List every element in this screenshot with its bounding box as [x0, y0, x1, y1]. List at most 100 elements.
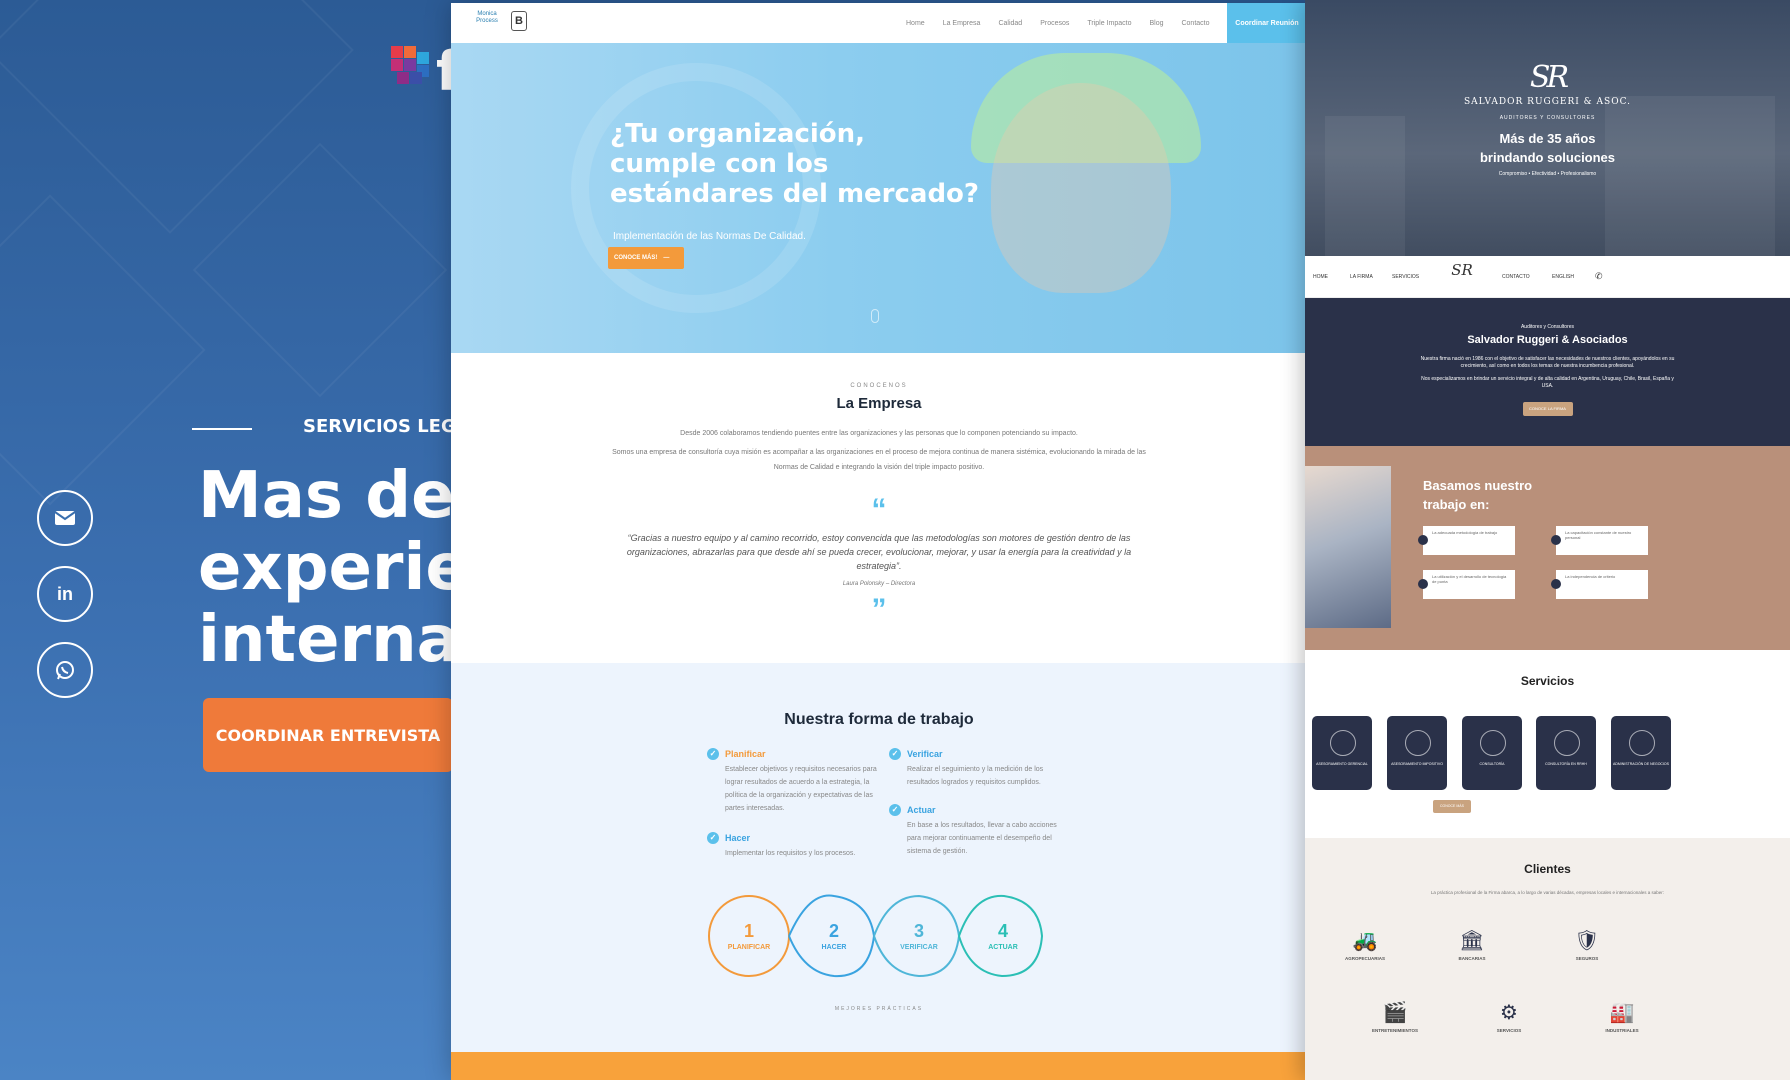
step-desc: En base a los resultados, llevar a cabo …: [907, 822, 1057, 855]
step-verificar: Verificar Realizar el seguimiento y la m…: [889, 748, 1059, 789]
nav-item-english[interactable]: ENGLISH: [1552, 274, 1574, 280]
service-tile[interactable]: ASESORAMIENTO GERENCIAL: [1312, 716, 1372, 790]
mockup-quality-consulting-site: Monica Process B Home La Empresa Calidad…: [451, 3, 1307, 1080]
step-title: Planificar: [707, 748, 877, 760]
testimonial-author: Laura Polonsky – Directora: [842, 581, 916, 587]
about-section: Auditores y Consultores Salvador Ruggeri…: [1305, 298, 1790, 446]
value-card: La capacitación constante de nuestro per…: [1551, 526, 1648, 555]
learn-more-button[interactable]: CONOCE MÁS! —: [608, 247, 684, 269]
hero-title: ¿Tu organización, cumple con los estánda…: [610, 119, 980, 209]
whatsapp-icon[interactable]: ✆: [1595, 271, 1603, 282]
email-icon: [54, 511, 76, 525]
gear-icon: ⚙: [1500, 1000, 1518, 1024]
bcorp-badge: B: [511, 11, 527, 31]
quote-close-icon: ”: [871, 593, 887, 626]
footer-band: [451, 1052, 1307, 1080]
nav-item-home[interactable]: Home: [906, 20, 925, 27]
nav-item-calidad[interactable]: Calidad: [998, 20, 1022, 27]
client-label: BANCARIAS: [1458, 956, 1486, 961]
section-eyebrow: Auditores y Consultores: [1520, 324, 1575, 330]
values-section: Basamos nuestro trabajo en: La adecuada …: [1305, 446, 1790, 650]
site-nav: Home La Empresa Calidad Procesos Triple …: [906, 3, 1210, 43]
nav-item-blog[interactable]: Blog: [1149, 20, 1163, 27]
value-card: La independencia de criterio: [1551, 570, 1648, 599]
quote-open-icon: “: [871, 493, 887, 526]
site-header: Monica Process B Home La Empresa Calidad…: [451, 3, 1307, 43]
building-image: [1325, 116, 1405, 256]
about-paragraph: Nuestra firma nació en 1986 con el objet…: [1420, 356, 1675, 369]
site-logo[interactable]: Monica Process: [473, 11, 501, 35]
entertainment-icon: 🎬: [1382, 1000, 1408, 1024]
client-label: SERVICIOS: [1496, 1028, 1522, 1033]
nav-item-servicios[interactable]: SERVICIOS: [1392, 274, 1419, 280]
service-tile[interactable]: CONSULTORÍA: [1462, 716, 1522, 790]
step-planificar: Planificar Establecer objetivos y requis…: [707, 748, 877, 815]
nav-item-la-firma[interactable]: LA FIRMA: [1350, 274, 1373, 280]
value-card: La adecuada metodología de trabajo: [1418, 526, 1515, 555]
firm-monogram: SR: [1529, 60, 1569, 95]
linkedin-icon: in: [57, 583, 73, 604]
about-section: CONOCENOS La Empresa Desde 2006 colabora…: [451, 353, 1307, 663]
clients-intro: La práctica profesional de la Firma abar…: [1430, 890, 1665, 895]
client-category: 🏭 INDUSTRIALES: [1587, 1000, 1657, 1033]
arrow-icon: —: [663, 255, 670, 261]
linkedin-button[interactable]: in: [37, 566, 93, 622]
shield-icon: 🛡: [1574, 928, 1600, 952]
bank-icon: 🏛: [1459, 928, 1485, 952]
cycle-caption: MEJORES PRÁCTICAS: [834, 1006, 924, 1012]
coordinate-interview-button[interactable]: COORDINAR ENTREVISTA: [203, 698, 453, 772]
step-title: Hacer: [707, 832, 877, 844]
services-more-button[interactable]: CONOCE MÁS: [1433, 800, 1471, 813]
nav-item-procesos[interactable]: Procesos: [1040, 20, 1069, 27]
client-category: 🎬 ENTRETENIMIENTOS: [1360, 1000, 1430, 1033]
value-card: La utilización y el desarrollo de tecnol…: [1418, 570, 1515, 599]
email-button[interactable]: [37, 490, 93, 546]
whatsapp-icon: [56, 661, 74, 680]
bg-pattern: [192, 142, 448, 398]
nav-item-triple-impacto[interactable]: Triple Impacto: [1087, 20, 1131, 27]
section-title: Clientes: [1524, 862, 1571, 876]
nav-logo[interactable]: SR: [1432, 261, 1492, 279]
client-category: ⚙ SERVICIOS: [1474, 1000, 1544, 1033]
step-actuar: Actuar En base a los resultados, llevar …: [889, 804, 1059, 858]
client-label: ENTRETENIMIENTOS: [1372, 1028, 1418, 1033]
service-tile[interactable]: ASESORAMIENTO IMPOSITIVO: [1387, 716, 1447, 790]
service-tile[interactable]: ADMINISTRACIÓN DE NEGOCIOS: [1611, 716, 1671, 790]
cycle-number-2: 2: [829, 921, 839, 941]
about-paragraph: Somos una empresa de consultoría cuya mi…: [612, 449, 1146, 471]
step-title: Actuar: [889, 804, 1059, 816]
step-title: Verificar: [889, 748, 1059, 760]
client-category: 🛡 SEGUROS: [1552, 928, 1622, 961]
clients-section: Clientes La práctica profesional de la F…: [1305, 838, 1790, 1080]
about-firm-button[interactable]: CONOCE LA FIRMA: [1522, 402, 1573, 416]
cycle-number-4: 4: [998, 921, 1008, 941]
nav-item-la-empresa[interactable]: La Empresa: [943, 20, 981, 27]
nav-item-home[interactable]: HOME: [1313, 274, 1328, 280]
hero-banner: ¿Tu organización, cumple con los estánda…: [451, 43, 1307, 353]
whatsapp-button[interactable]: [37, 642, 93, 698]
building-image: [1605, 96, 1775, 256]
section-title: Salvador Ruggeri & Asociados: [1467, 334, 1628, 346]
nav-item-contacto[interactable]: CONTACTO: [1502, 274, 1530, 280]
services-section: Servicios ASESORAMIENTO GERENCIAL ASESOR…: [1305, 650, 1790, 838]
workflow-section: Nuestra forma de trabajo Planificar Esta…: [451, 663, 1307, 1053]
client-label: AGROPECUARIAS: [1344, 956, 1385, 961]
mockup-audit-firm-site: SR SALVADOR RUGGERI & ASOC. AUDITORES Y …: [1305, 0, 1790, 1080]
cycle-label-3: VERIFICAR: [900, 944, 938, 951]
nav-item-contacto[interactable]: Contacto: [1181, 20, 1209, 27]
client-label: SEGUROS: [1575, 956, 1599, 961]
cycle-number-3: 3: [914, 921, 924, 941]
pdca-cycle-diagram: 1 PLANIFICAR 2 HACER 3 VERIFICAR 4 ACTUA…: [708, 894, 1044, 978]
service-tile[interactable]: CONSULTORÍA EN RRHH: [1536, 716, 1596, 790]
bg-pattern: [0, 194, 206, 506]
step-desc: Establecer objetivos y requisitos necesa…: [725, 766, 877, 812]
testimonial-quote: “Gracias a nuestro equipo y al camino re…: [626, 533, 1132, 571]
scroll-down-icon[interactable]: [871, 309, 879, 323]
step-desc: Implementar los requisitos y los proceso…: [725, 850, 856, 857]
site-nav: HOME LA FIRMA SERVICIOS SR CONTACTO ENGL…: [1305, 256, 1790, 298]
schedule-meeting-button[interactable]: Coordinar Reunión: [1227, 3, 1307, 43]
section-title: Basamos nuestro trabajo en:: [1423, 478, 1533, 512]
cycle-label-4: ACTUAR: [988, 944, 1018, 951]
about-paragraph: Nos especializamos en brindar un servici…: [1421, 376, 1674, 389]
tractor-icon: 🚜: [1352, 928, 1378, 952]
